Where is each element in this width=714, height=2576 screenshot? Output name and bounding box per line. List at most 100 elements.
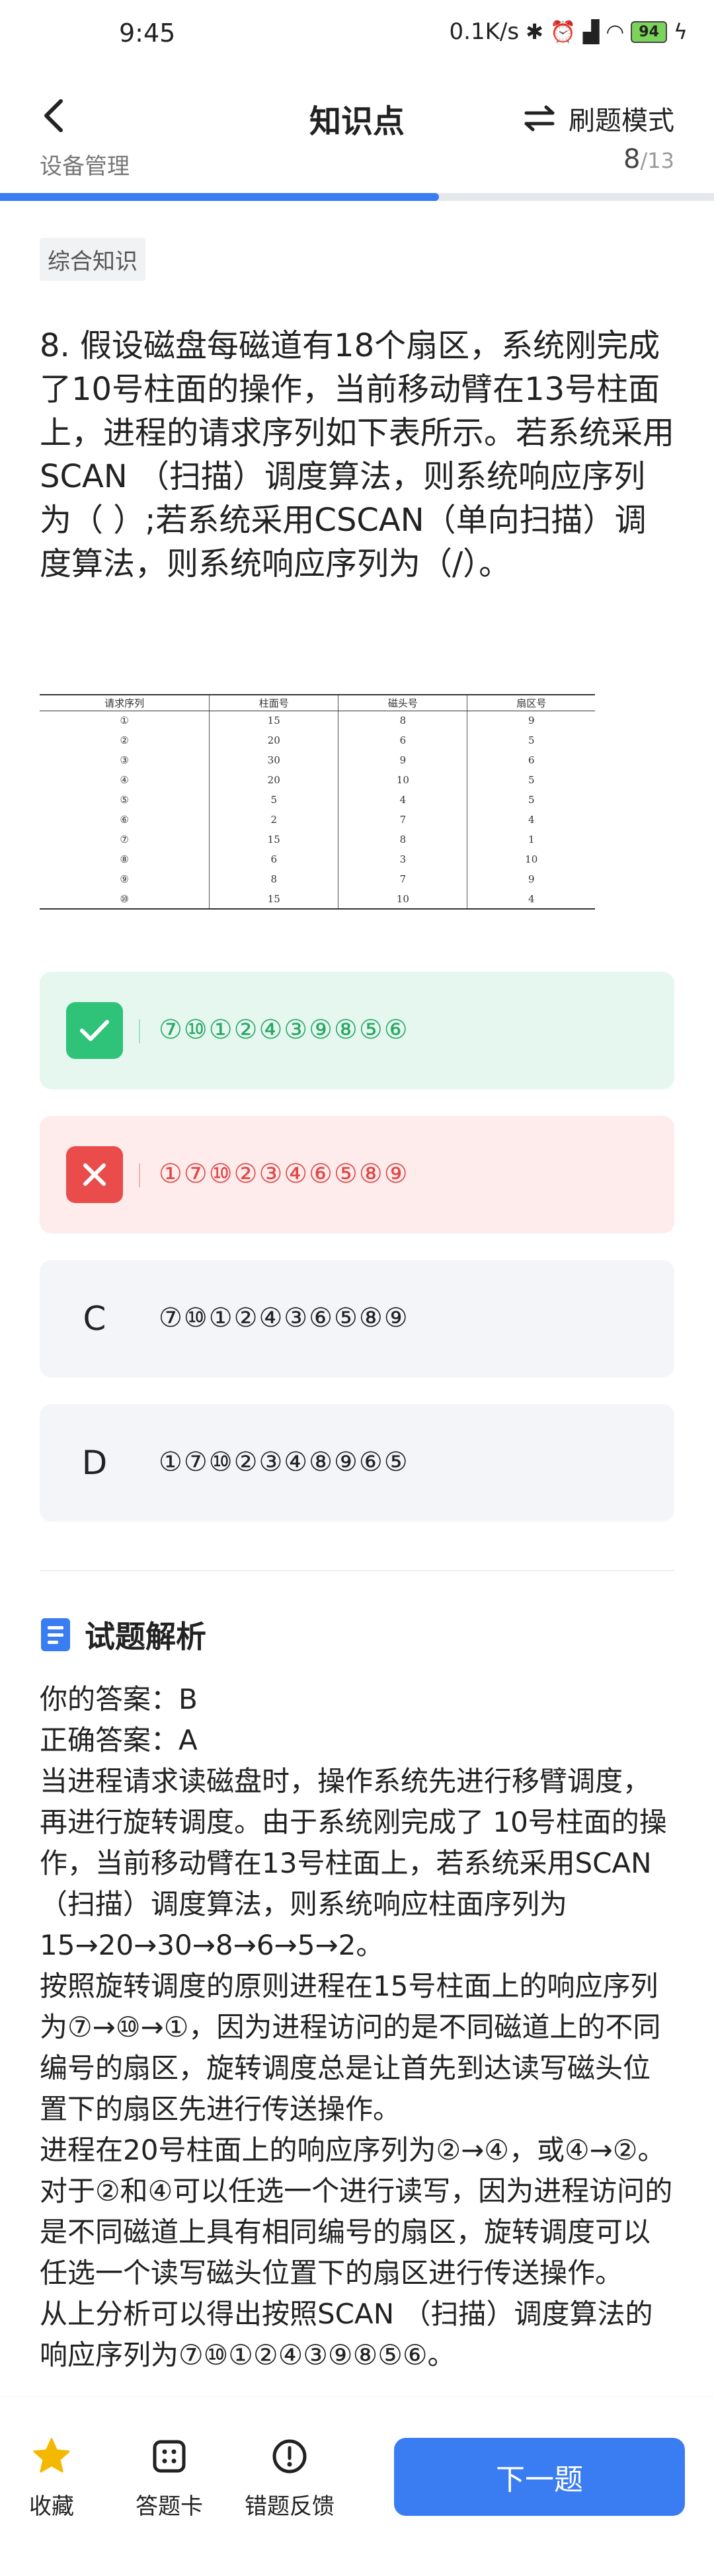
progress-fill bbox=[0, 193, 440, 201]
table-cell: 5 bbox=[467, 730, 595, 750]
option-letter: D bbox=[81, 1444, 108, 1482]
feedback-button[interactable]: 错题反馈 bbox=[230, 2437, 349, 2520]
question-counter: 8/13 bbox=[623, 144, 674, 175]
alarm-icon: ⏰ bbox=[549, 19, 576, 44]
table-cell: 4 bbox=[467, 810, 595, 830]
table-cell: 5 bbox=[467, 770, 595, 790]
status-time: 9:45 bbox=[119, 19, 176, 48]
table-cell: 5 bbox=[209, 790, 338, 810]
table-cell: 8 bbox=[338, 711, 467, 730]
swap-icon bbox=[524, 105, 555, 132]
table-cell: 30 bbox=[209, 750, 338, 770]
option-letter: C bbox=[83, 1300, 106, 1338]
option-text: ①⑦⑩②③④⑧⑨⑥⑤ bbox=[159, 1447, 409, 1477]
table-cell: 10 bbox=[467, 849, 595, 869]
signal-icon: ▟ bbox=[582, 19, 600, 44]
wrong-badge bbox=[66, 1146, 123, 1203]
table-cell: 15 bbox=[209, 889, 338, 910]
table-row: ③ 30 9 6 bbox=[40, 750, 595, 770]
category-label: 设备管理 bbox=[40, 153, 130, 180]
table-cell: ③ bbox=[120, 754, 129, 766]
table-cell: ④ bbox=[120, 774, 129, 786]
answer-card-icon bbox=[153, 2440, 186, 2473]
analysis-header: 试题解析 bbox=[40, 1613, 206, 1657]
correct-badge bbox=[66, 1002, 123, 1059]
table-cell: 15 bbox=[209, 711, 338, 730]
table-cell: 9 bbox=[467, 711, 595, 730]
table-cell: 10 bbox=[338, 889, 467, 910]
alert-icon bbox=[272, 2439, 307, 2474]
analysis-paragraph: 进程在20号柱面上的响应序列为②→④，或④→②。对于②和④可以任选一个进行读写，… bbox=[40, 2134, 673, 2289]
table-row: ⑤ 545 bbox=[40, 790, 595, 810]
table-cell: ① bbox=[120, 715, 129, 727]
option-text: ①⑦⑩②③④⑥⑤⑧⑨ bbox=[159, 1159, 409, 1189]
table-cell: 20 bbox=[209, 770, 338, 790]
table-cell: ⑨ bbox=[120, 873, 129, 885]
table-header: 请求序列 bbox=[40, 694, 210, 711]
table-cell: 6 bbox=[209, 849, 338, 869]
option-b[interactable]: ①⑦⑩②③④⑥⑤⑧⑨ bbox=[40, 1116, 674, 1233]
table-cell: ② bbox=[120, 734, 129, 746]
total-count: /13 bbox=[640, 148, 675, 173]
status-icons: 0.1K/s ✱ ⏰ ▟ ◠ 94 ϟ bbox=[450, 19, 688, 45]
table-row: ⑥ 274 bbox=[40, 810, 595, 830]
table-cell: 1 bbox=[467, 830, 595, 849]
analysis-paragraph: 按照旋转调度的原则进程在15号柱面上的响应序列为⑦→⑩→①，因为进程访问的是不同… bbox=[40, 1970, 661, 2125]
progress-bar bbox=[0, 193, 714, 201]
option-d[interactable]: D ①⑦⑩②③④⑧⑨⑥⑤ bbox=[40, 1404, 674, 1522]
option-divider bbox=[139, 1163, 140, 1187]
table-cell: 2 bbox=[209, 810, 338, 830]
feedback-label: 错题反馈 bbox=[245, 2493, 335, 2520]
table-row: ⑩ 15 10 4 bbox=[40, 889, 595, 910]
answer-card-label: 答题卡 bbox=[136, 2493, 203, 2520]
question-text: 8. 假设磁盘每磁道有18个扇区，系统刚完成了10号柱面的操作，当前移动臂在13… bbox=[40, 327, 675, 582]
table-row: ⑨ 879 bbox=[40, 869, 595, 889]
table-cell: 4 bbox=[338, 790, 467, 810]
network-speed: 0.1K/s bbox=[449, 19, 520, 45]
bottom-bar: 收藏 答题卡 错题反馈 下一题 bbox=[0, 2396, 714, 2576]
table-header-row: 请求序列 柱面号 磁头号 扇区号 bbox=[40, 694, 595, 711]
option-c[interactable]: C ⑦⑩①②④③⑥⑤⑧⑨ bbox=[40, 1260, 674, 1378]
table-row: ② 20 6 5 bbox=[40, 730, 595, 750]
your-answer: 你的答案：B bbox=[40, 1683, 198, 1715]
table-cell: 7 bbox=[338, 810, 467, 830]
table-body: ① 15 8 9 ② 20 6 5 ③ 30 9 6 ④ 20 10 5 ⑤ 5 4 5 ⑥ 2 7 4 ⑦ 15 8 1 ⑧ 6 3 10 ⑨… bbox=[40, 711, 595, 910]
battery-icon: 94 bbox=[631, 20, 667, 43]
table-cell: 9 bbox=[467, 869, 595, 889]
table-cell: 15 bbox=[209, 830, 338, 849]
answer-card-button[interactable]: 答题卡 bbox=[110, 2437, 229, 2520]
table-cell: 10 bbox=[338, 770, 467, 790]
table-header: 扇区号 bbox=[467, 694, 595, 711]
table-cell: 5 bbox=[467, 790, 595, 810]
option-divider bbox=[139, 1019, 140, 1043]
bluetooth-icon: ✱ bbox=[526, 19, 543, 44]
favorite-label: 收藏 bbox=[29, 2493, 74, 2520]
table-cell: ⑥ bbox=[120, 814, 129, 826]
table-cell: 8 bbox=[209, 869, 338, 889]
option-a[interactable]: ⑦⑩①②④③⑨⑧⑤⑥ bbox=[40, 972, 674, 1089]
table-row: ⑧ 6 3 10 bbox=[40, 849, 595, 869]
option-text: ⑦⑩①②④③⑥⑤⑧⑨ bbox=[159, 1303, 409, 1333]
favorite-button[interactable]: 收藏 bbox=[0, 2437, 111, 2520]
document-icon bbox=[41, 1618, 70, 1651]
table-cell: ⑩ bbox=[40, 889, 210, 910]
section-divider bbox=[40, 1570, 674, 1571]
wifi-icon: ◠ bbox=[606, 19, 625, 44]
practice-mode-label: 刷题模式 bbox=[569, 106, 674, 136]
table-cell: ⑧ bbox=[120, 853, 129, 865]
table-cell: 3 bbox=[338, 849, 467, 869]
table-row: ④ 20 10 5 bbox=[40, 770, 595, 790]
star-icon bbox=[33, 2438, 70, 2473]
charging-icon: ϟ bbox=[673, 19, 688, 44]
next-question-button[interactable]: 下一题 bbox=[394, 2438, 685, 2516]
option-text: ⑦⑩①②④③⑨⑧⑤⑥ bbox=[159, 1015, 409, 1045]
current-index: 8 bbox=[623, 144, 641, 175]
practice-mode-button[interactable]: 刷题模式 bbox=[524, 99, 674, 137]
knowledge-tag: 综合知识 bbox=[40, 238, 145, 281]
table-cell: 8 bbox=[338, 830, 467, 849]
analysis-content: 你的答案：B 正确答案：A 当进程请求读磁盘时，操作系统先进行移臂调度，再进行旋… bbox=[40, 1679, 674, 2376]
table-cell: 7 bbox=[338, 869, 467, 889]
table-cell: ⑤ bbox=[120, 794, 129, 806]
table-cell: 4 bbox=[467, 889, 595, 910]
correct-answer: 正确答案：A bbox=[40, 1724, 198, 1756]
